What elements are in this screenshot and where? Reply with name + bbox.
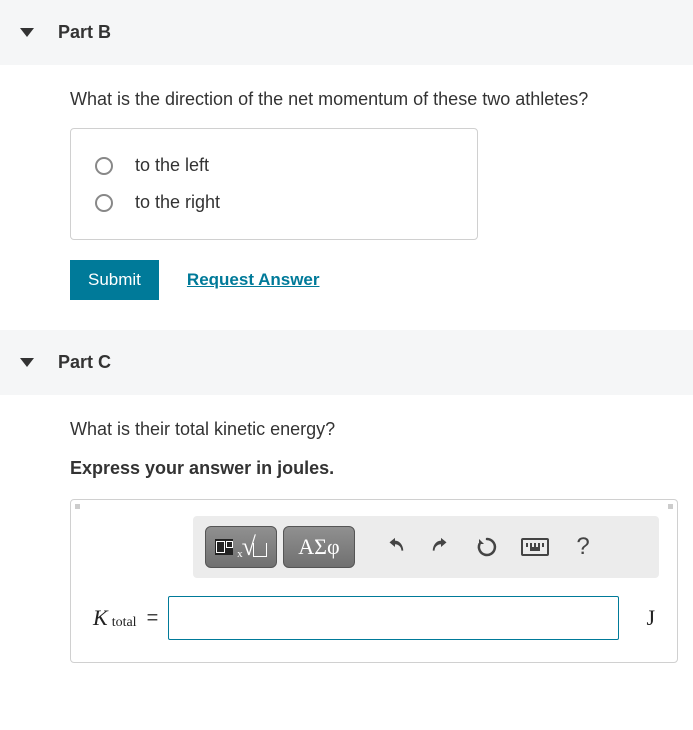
- request-answer-link[interactable]: Request Answer: [187, 270, 320, 290]
- options-group: to the left to the right: [70, 128, 478, 240]
- equation-toolbar: x√ ΑΣφ: [193, 516, 659, 578]
- templates-button[interactable]: x√: [205, 526, 277, 568]
- fraction-icon: [215, 539, 233, 555]
- option-left[interactable]: to the left: [95, 147, 453, 184]
- part-c-question: What is their total kinetic energy?: [70, 419, 673, 440]
- collapse-icon: [20, 358, 34, 367]
- reset-icon: [475, 535, 499, 559]
- undo-button[interactable]: [375, 526, 415, 568]
- option-right[interactable]: to the right: [95, 184, 453, 221]
- part-c-header[interactable]: Part C: [0, 330, 693, 395]
- corner-decoration: [668, 504, 673, 509]
- keyboard-button[interactable]: [513, 526, 557, 568]
- part-b-header[interactable]: Part B: [0, 0, 693, 65]
- undo-icon: [384, 536, 406, 558]
- unit-label: J: [635, 605, 655, 631]
- corner-decoration: [75, 504, 80, 509]
- part-b-actions: Submit Request Answer: [70, 260, 673, 300]
- collapse-icon: [20, 28, 34, 37]
- equation-row: K total = J: [89, 590, 659, 646]
- part-c-body: What is their total kinetic energy? Expr…: [0, 395, 693, 687]
- redo-button[interactable]: [421, 526, 461, 568]
- redo-icon: [430, 536, 452, 558]
- part-b-title: Part B: [58, 22, 111, 43]
- keyboard-icon: [521, 538, 549, 556]
- part-b-question: What is the direction of the net momentu…: [70, 89, 673, 110]
- variable-subscript: total: [112, 615, 137, 631]
- sqrt-icon: x√: [237, 534, 267, 560]
- variable-label: K: [93, 605, 108, 631]
- option-left-label: to the left: [135, 155, 209, 176]
- radio-icon[interactable]: [95, 194, 113, 212]
- reset-button[interactable]: [467, 526, 507, 568]
- help-button[interactable]: ?: [563, 526, 603, 568]
- option-right-label: to the right: [135, 192, 220, 213]
- answer-container: x√ ΑΣφ: [70, 499, 678, 663]
- radio-icon[interactable]: [95, 157, 113, 175]
- greek-button[interactable]: ΑΣφ: [283, 526, 355, 568]
- part-c-instruction: Express your answer in joules.: [70, 458, 673, 479]
- part-c-title: Part C: [58, 352, 111, 373]
- part-b-body: What is the direction of the net momentu…: [0, 65, 693, 324]
- part-c: Part C What is their total kinetic energ…: [0, 330, 693, 687]
- part-b: Part B What is the direction of the net …: [0, 0, 693, 324]
- submit-button[interactable]: Submit: [70, 260, 159, 300]
- equals-sign: =: [147, 607, 159, 630]
- answer-input[interactable]: [168, 596, 619, 640]
